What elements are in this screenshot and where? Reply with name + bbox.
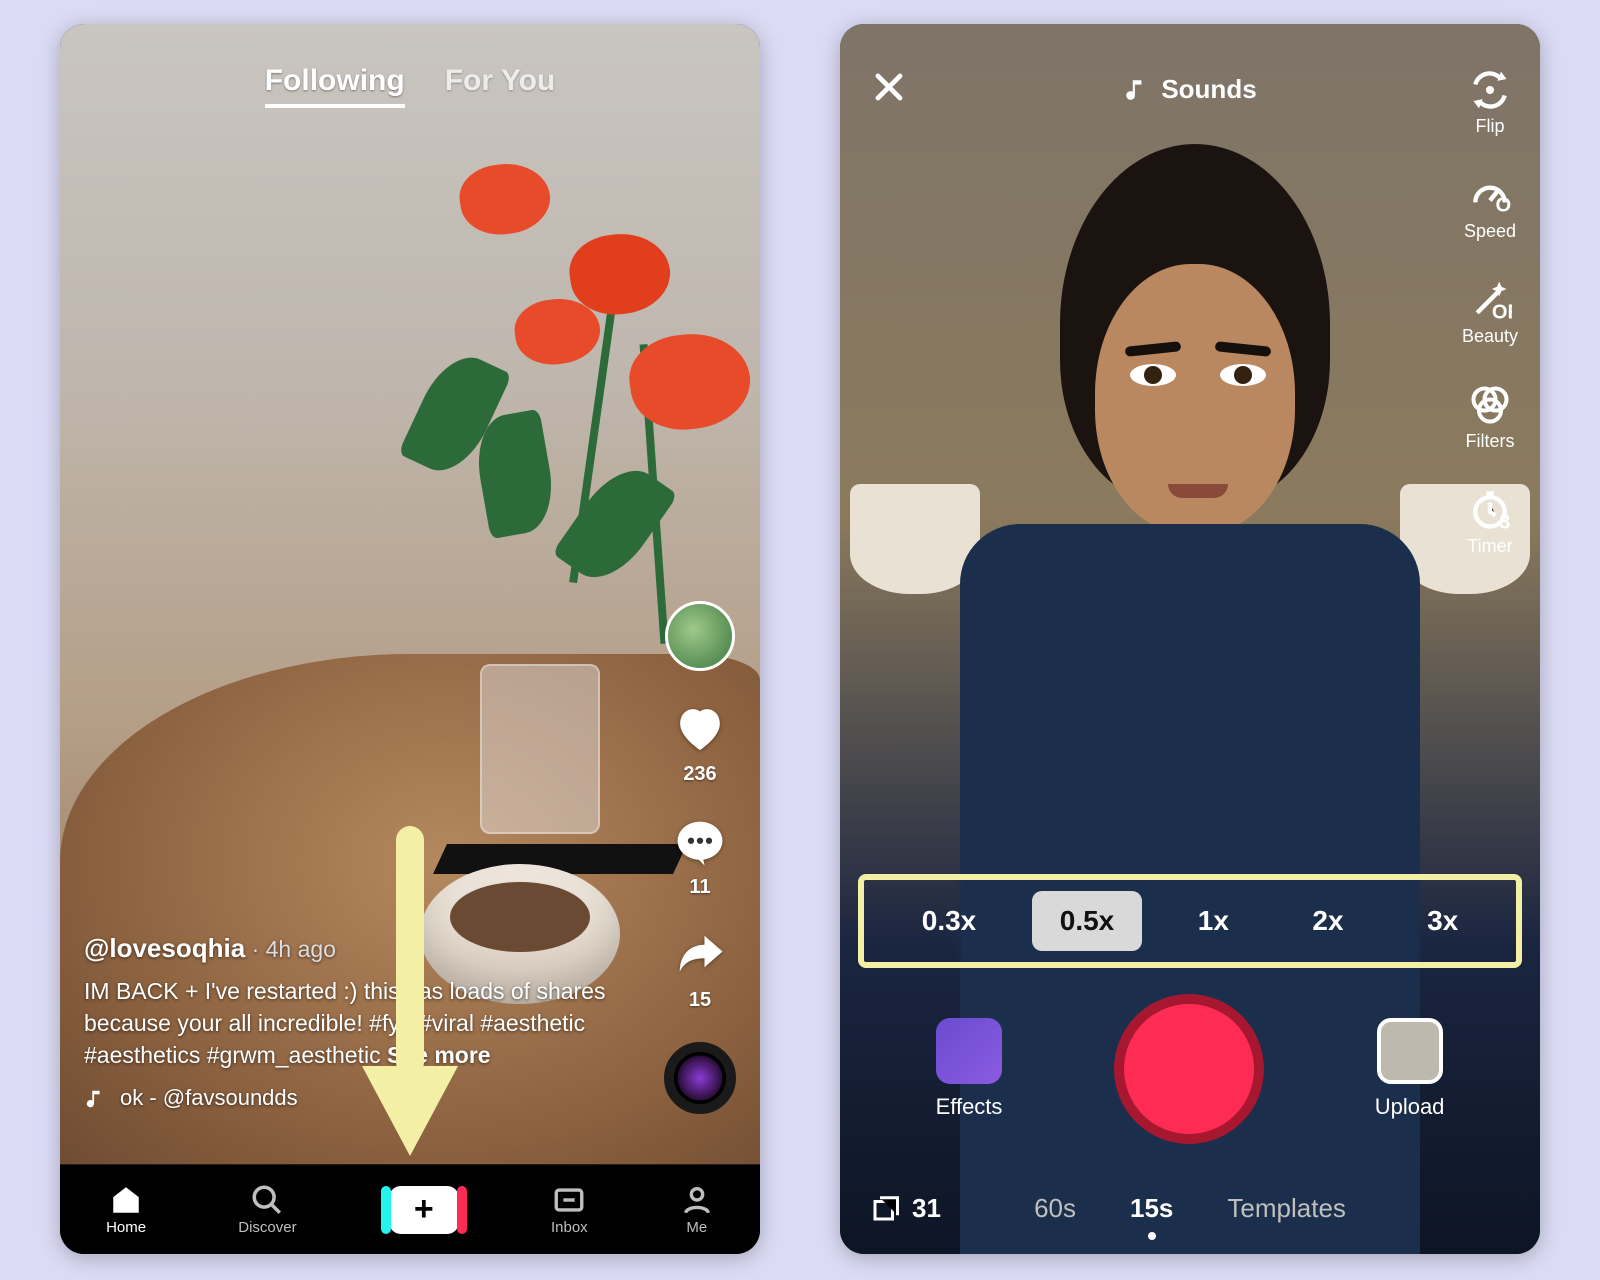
duration-modes: 60s 15s Templates: [840, 1193, 1540, 1224]
nav-inbox-label: Inbox: [551, 1219, 588, 1236]
close-button[interactable]: [870, 68, 908, 111]
speed-1x[interactable]: 1x: [1170, 891, 1257, 951]
upload-label: Upload: [1375, 1094, 1445, 1120]
plus-icon: +: [414, 1190, 434, 1229]
roses-illustration: [400, 84, 760, 604]
person-icon: [680, 1183, 714, 1217]
engagement-rail: 236 11 15: [664, 601, 736, 1114]
timer-label: Timer: [1467, 536, 1512, 557]
speed-2x[interactable]: 2x: [1284, 891, 1371, 951]
inbox-icon: [552, 1183, 586, 1217]
nav-home-label: Home: [106, 1219, 146, 1236]
upload-thumbnail: [1377, 1018, 1443, 1084]
tab-for-you[interactable]: For You: [445, 64, 556, 108]
filters-button[interactable]: Filters: [1462, 383, 1518, 452]
sound-label: ok - @favsoundds: [120, 1083, 298, 1114]
beauty-button[interactable]: OFF Beauty: [1462, 278, 1518, 347]
music-note-icon: [1123, 77, 1149, 103]
filters-icon: [1468, 383, 1512, 427]
caption-block: @lovesoqhia · 4h ago IM BACK + I've rest…: [84, 930, 620, 1114]
beauty-label: Beauty: [1462, 326, 1518, 347]
timer-icon: 3: [1468, 488, 1512, 532]
speedometer-icon: ON: [1468, 173, 1512, 217]
mode-templates[interactable]: Templates: [1227, 1193, 1346, 1224]
sound-row[interactable]: ok - @favsoundds: [84, 1083, 620, 1114]
wand-icon: OFF: [1468, 278, 1512, 322]
sounds-button[interactable]: Sounds: [1123, 74, 1256, 105]
nav-discover-label: Discover: [238, 1219, 296, 1236]
speed-label: Speed: [1464, 221, 1516, 242]
nav-create[interactable]: +: [389, 1186, 459, 1234]
camera-screen: Sounds Flip ON Speed OFF Beauty Filters …: [840, 24, 1540, 1254]
share-count: 15: [689, 989, 711, 1012]
comment-button[interactable]: 11: [673, 816, 727, 899]
effects-label: Effects: [936, 1094, 1003, 1120]
svg-text:OFF: OFF: [1492, 301, 1512, 322]
camera-tools: Flip ON Speed OFF Beauty Filters 3 Timer: [1462, 68, 1518, 557]
nav-home[interactable]: Home: [106, 1183, 146, 1236]
mode-60s[interactable]: 60s: [1034, 1193, 1076, 1224]
author-handle[interactable]: @lovesoqhia: [84, 933, 245, 963]
nav-me-label: Me: [686, 1219, 707, 1236]
author-avatar[interactable]: [665, 601, 735, 671]
see-more-link[interactable]: See more: [387, 1042, 491, 1068]
speed-3x[interactable]: 3x: [1399, 891, 1486, 951]
feed-tabs: Following For You: [60, 64, 760, 108]
speed-0-3x[interactable]: 0.3x: [894, 891, 1005, 951]
share-button[interactable]: 15: [673, 929, 727, 1012]
comment-icon: [673, 816, 727, 870]
sounds-label: Sounds: [1161, 74, 1256, 105]
upload-button[interactable]: Upload: [1375, 1018, 1445, 1120]
speed-selector: 0.3x 0.5x 1x 2x 3x: [858, 874, 1522, 968]
speed-button[interactable]: ON Speed: [1462, 173, 1518, 242]
svg-text:ON: ON: [1495, 195, 1512, 217]
speed-0-5x[interactable]: 0.5x: [1032, 891, 1143, 951]
flip-icon: [1468, 68, 1512, 112]
record-button[interactable]: [1114, 994, 1264, 1144]
filters-label: Filters: [1465, 431, 1514, 452]
flip-button[interactable]: Flip: [1462, 68, 1518, 137]
comment-count: 11: [689, 876, 710, 899]
flip-label: Flip: [1475, 116, 1504, 137]
home-icon: [109, 1183, 143, 1217]
mode-15s[interactable]: 15s: [1130, 1193, 1173, 1224]
like-button[interactable]: 236: [672, 701, 728, 786]
heart-icon: [672, 701, 728, 757]
bottom-nav: Home Discover + Inbox Me: [60, 1164, 760, 1254]
nav-me[interactable]: Me: [680, 1183, 714, 1236]
effects-icon: [936, 1018, 1002, 1084]
nav-inbox[interactable]: Inbox: [551, 1183, 588, 1236]
effects-button[interactable]: Effects: [936, 1018, 1003, 1120]
svg-text:3: 3: [1499, 511, 1510, 532]
caption-sep: ·: [252, 936, 266, 962]
like-count: 236: [683, 763, 716, 786]
post-time: 4h ago: [266, 936, 336, 962]
tab-following[interactable]: Following: [265, 64, 405, 108]
close-icon: [870, 68, 908, 106]
spinning-disc[interactable]: [664, 1042, 736, 1114]
nav-discover[interactable]: Discover: [238, 1183, 296, 1236]
feed-screen: Following For You 236 11 15 @lovesoqhia: [60, 24, 760, 1254]
share-icon: [673, 929, 727, 983]
music-note-icon: [84, 1088, 106, 1110]
caption-text: IM BACK + I've restarted :) this has loa…: [84, 978, 605, 1068]
search-icon: [250, 1183, 284, 1217]
bottom-controls: Effects Upload: [840, 994, 1540, 1144]
timer-button[interactable]: 3 Timer: [1462, 488, 1518, 557]
